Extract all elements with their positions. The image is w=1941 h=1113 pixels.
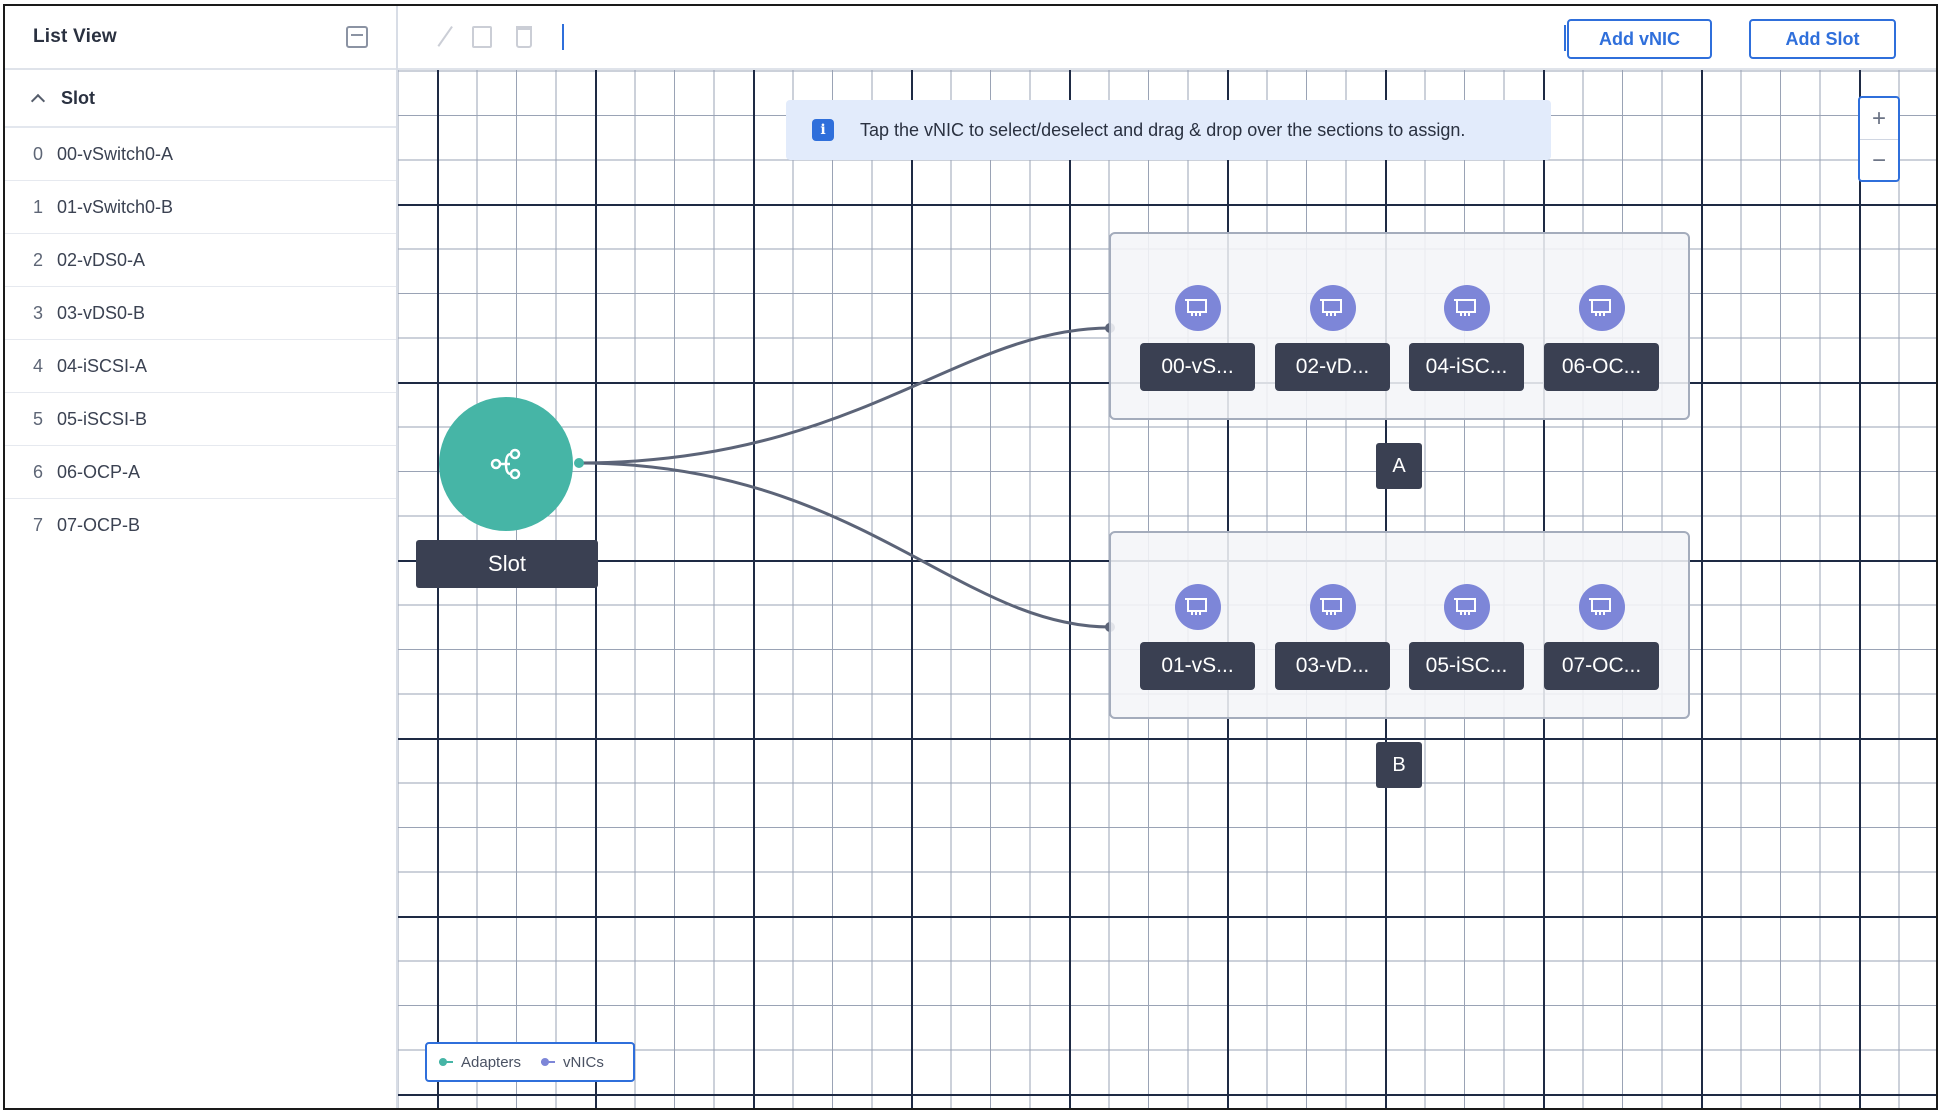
network-card-icon[interactable] xyxy=(1579,584,1625,630)
vnic-item[interactable]: 00-vS... xyxy=(1140,341,1255,391)
list-item[interactable]: 7 07-OCP-B xyxy=(5,499,396,552)
list-item-label: 01-vSwitch0-B xyxy=(57,196,174,217)
zoom-in-button[interactable]: + xyxy=(1860,98,1898,140)
section-a-label: A xyxy=(1376,443,1422,489)
slot-group-label: Slot xyxy=(61,87,95,108)
vnics-legend-icon xyxy=(541,1058,556,1066)
slot-node-label: Slot xyxy=(416,540,598,588)
collapse-panel-icon[interactable] xyxy=(346,26,368,48)
canvas-toolbar: Add vNIC Add Slot xyxy=(398,6,1936,70)
network-card-icon[interactable] xyxy=(1444,285,1490,331)
list-item[interactable]: 6 06-OCP-A xyxy=(5,446,396,499)
list-item-index: 3 xyxy=(33,302,44,323)
vnic-item[interactable]: 06-OC... xyxy=(1544,341,1659,391)
list-item-index: 1 xyxy=(33,196,44,217)
vnic-item[interactable]: 05-iSC... xyxy=(1409,640,1524,690)
list-view-panel: List View Slot 0 00-vSwitch0-A 1 01-vSwitc… xyxy=(5,6,398,1108)
list-item-index: 4 xyxy=(33,355,44,376)
list-item[interactable]: 1 01-vSwitch0-B xyxy=(5,181,396,234)
info-banner: i Tap the vNIC to select/deselect and dr… xyxy=(786,100,1551,160)
list-item-label: 07-OCP-B xyxy=(57,515,141,535)
slot-group-toggle[interactable]: Slot xyxy=(5,70,396,128)
list-item-label: 00-vSwitch0-A xyxy=(57,143,174,164)
add-vnic-button[interactable]: Add vNIC xyxy=(1567,19,1712,59)
copy-icon[interactable] xyxy=(472,26,492,48)
list-item-label: 03-vDS0-B xyxy=(57,302,146,323)
list-item-index: 6 xyxy=(33,461,44,482)
info-icon: i xyxy=(812,119,834,141)
list-item[interactable]: 2 02-vDS0-A xyxy=(5,234,396,287)
network-card-icon[interactable] xyxy=(1175,584,1221,630)
zoom-control: + − xyxy=(1858,96,1900,182)
vnic-chip[interactable]: 07-OC... xyxy=(1544,642,1659,690)
list-view-header: List View xyxy=(5,6,396,70)
app-window: List View Slot 0 00-vSwitch0-A 1 01-vSwitc… xyxy=(3,4,1938,1110)
list-view-title: List View xyxy=(33,26,117,47)
list-item-label: 06-OCP-A xyxy=(57,461,141,482)
vnic-chip[interactable]: 05-iSC... xyxy=(1409,642,1524,690)
list-item-label: 02-vDS0-A xyxy=(57,249,146,270)
vnic-list: 0 00-vSwitch0-A 1 01-vSwitch0-B 2 02-vDS0-A… xyxy=(5,128,396,552)
vnic-chip[interactable]: 02-vD... xyxy=(1275,343,1390,391)
network-card-icon[interactable] xyxy=(1444,584,1490,630)
section-b-label: B xyxy=(1376,742,1422,788)
vnic-item[interactable]: 07-OC... xyxy=(1544,640,1659,690)
toolbar-divider xyxy=(562,24,564,50)
toolbar-divider xyxy=(1564,25,1566,51)
vnic-chip[interactable]: 01-vS... xyxy=(1140,642,1255,690)
section-b-dropzone[interactable]: 01-vS... 03-vD... 05-iSC... 07-OC... xyxy=(1109,531,1690,719)
section-a-dropzone[interactable]: 00-vS... 02-vD... 04-iSC... 06-OC... xyxy=(1109,232,1690,420)
add-slot-button[interactable]: Add Slot xyxy=(1749,19,1896,59)
legend-vnics-label: vNICs xyxy=(563,1053,604,1071)
trash-icon[interactable] xyxy=(516,26,532,48)
vnic-chip[interactable]: 04-iSC... xyxy=(1409,343,1524,391)
list-item-index: 7 xyxy=(33,515,44,535)
list-item-label: 05-iSCSI-B xyxy=(57,408,148,429)
adapters-legend-icon xyxy=(439,1058,453,1066)
topology-canvas[interactable]: Add vNIC Add Slot i Tap the vNIC to sele… xyxy=(398,6,1936,1108)
network-card-icon[interactable] xyxy=(1579,285,1625,331)
network-card-icon[interactable] xyxy=(1310,285,1356,331)
chevron-up-icon xyxy=(30,93,46,108)
link-slot-to-a xyxy=(578,326,1111,465)
vnic-item[interactable]: 02-vD... xyxy=(1275,341,1390,391)
legend-adapters: Adapters xyxy=(439,1054,521,1071)
share-network-icon xyxy=(490,448,521,480)
legend-vnics: vNICs xyxy=(541,1054,604,1071)
slot-node[interactable] xyxy=(439,397,573,531)
list-item-index: 2 xyxy=(33,249,44,270)
vnic-item[interactable]: 01-vS... xyxy=(1140,640,1255,690)
port-slot xyxy=(574,458,584,468)
edit-icon[interactable] xyxy=(437,26,455,48)
list-item-index: 5 xyxy=(33,408,44,429)
zoom-out-button[interactable]: − xyxy=(1860,140,1898,182)
list-item[interactable]: 5 05-iSCSI-B xyxy=(5,393,396,446)
vnic-item[interactable]: 03-vD... xyxy=(1275,640,1390,690)
list-item[interactable]: 3 03-vDS0-B xyxy=(5,287,396,340)
link-slot-to-b xyxy=(578,461,1111,629)
vnic-item[interactable]: 04-iSC... xyxy=(1409,341,1524,391)
vnic-chip[interactable]: 03-vD... xyxy=(1275,642,1390,690)
list-item[interactable]: 4 04-iSCSI-A xyxy=(5,340,396,393)
network-card-icon[interactable] xyxy=(1310,584,1356,630)
legend: Adapters vNICs xyxy=(425,1042,635,1082)
info-banner-text: Tap the vNIC to select/deselect and drag… xyxy=(860,119,1466,140)
list-item[interactable]: 0 00-vSwitch0-A xyxy=(5,128,396,181)
network-card-icon[interactable] xyxy=(1175,285,1221,331)
vnic-chip[interactable]: 06-OC... xyxy=(1544,343,1659,391)
vnic-chip[interactable]: 00-vS... xyxy=(1140,343,1255,391)
list-item-index: 0 xyxy=(33,143,44,164)
legend-adapters-label: Adapters xyxy=(461,1053,522,1071)
list-item-label: 04-iSCSI-A xyxy=(57,355,148,376)
